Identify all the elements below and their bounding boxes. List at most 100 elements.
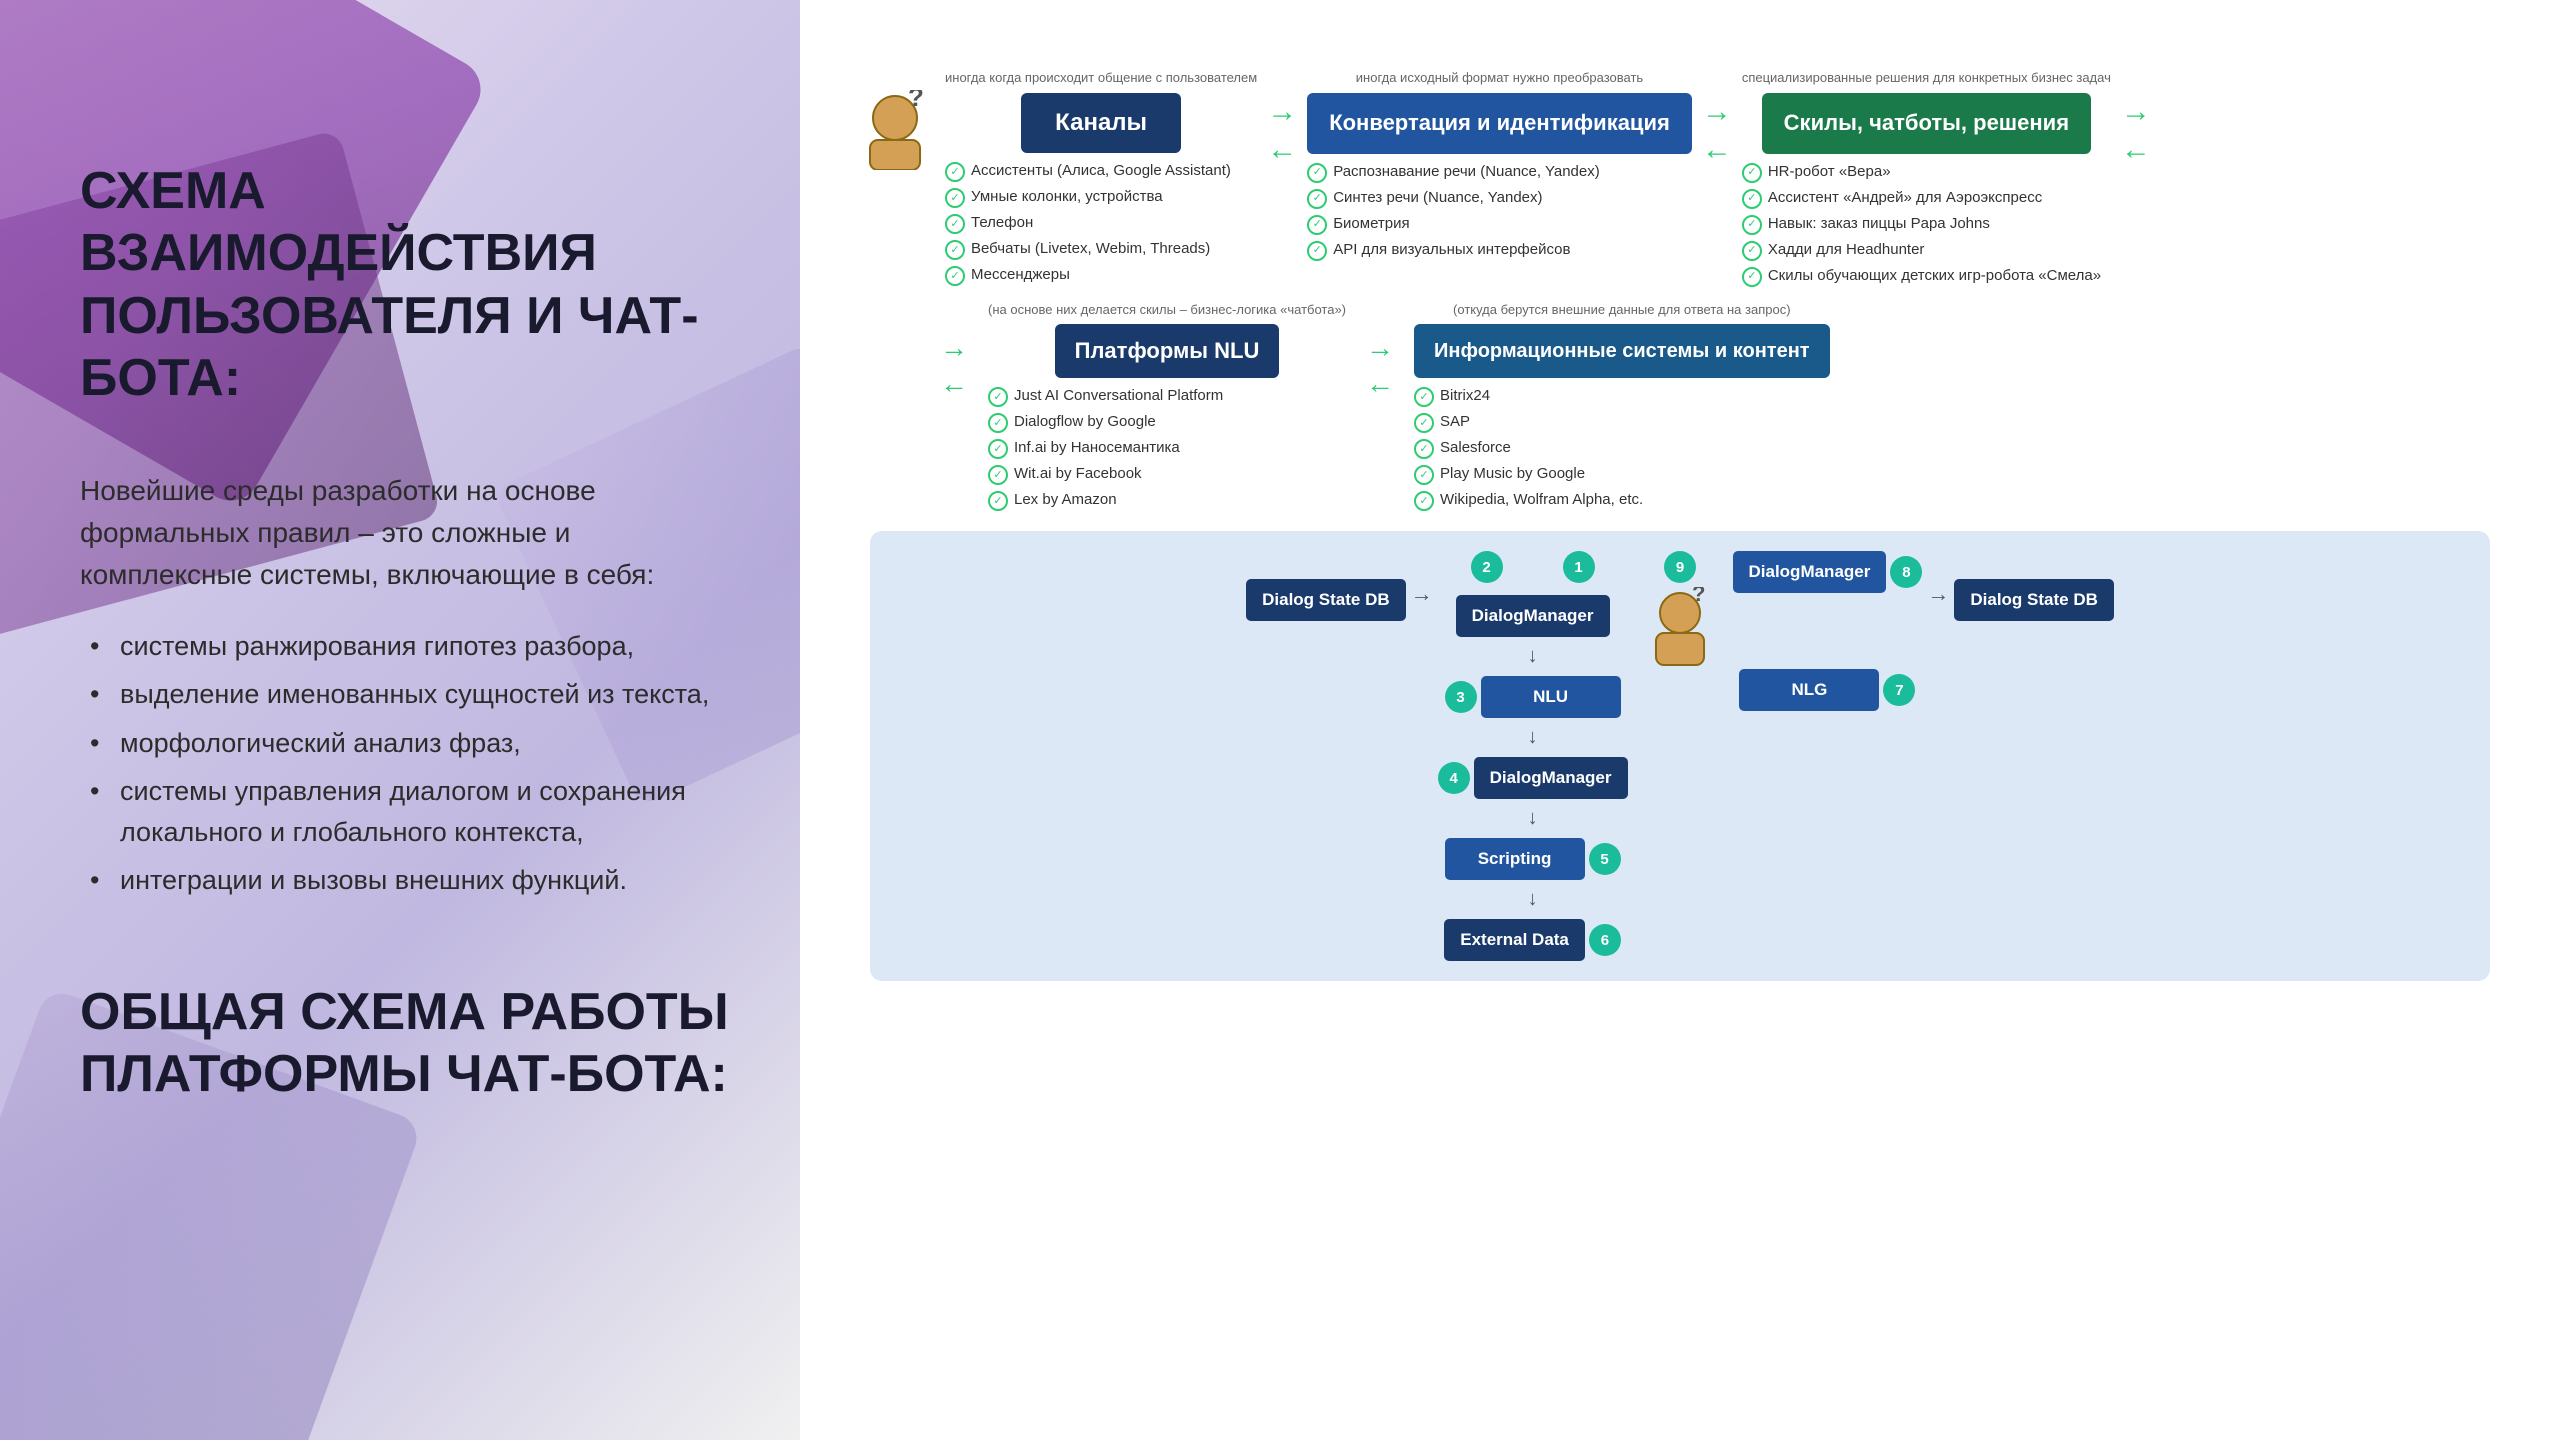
- arrows-2: → ←: [1702, 95, 1732, 167]
- left-content: СХЕМА ВЗАИМОДЕЙСТВИЯ ПОЛЬЗОВАТЕЛЯ И ЧАТ-…: [0, 0, 800, 1165]
- check-item: ✓ Play Music by Google: [1414, 464, 1830, 485]
- scripting-box: Scripting: [1445, 838, 1585, 880]
- check-icon: ✓: [988, 465, 1008, 485]
- mid-note-2: (откуда берутся внешние данные для ответ…: [1453, 302, 1791, 319]
- check-icon: ✓: [1742, 215, 1762, 235]
- conversion-section: иногда исходный формат нужно преобразова…: [1307, 45, 1692, 266]
- check-item: ✓ Salesforce: [1414, 438, 1830, 459]
- bot-right-col: DialogManager 8 NLG 7: [1733, 551, 1923, 711]
- check-icon: ✓: [1742, 241, 1762, 261]
- check-icon: ✓: [1742, 189, 1762, 209]
- check-item: ✓ Bitrix24: [1414, 386, 1830, 407]
- check-icon: ✓: [1742, 267, 1762, 287]
- check-item: ✓ Навык: заказ пиццы Papa Johns: [1742, 214, 2111, 235]
- badge-6: 6: [1589, 924, 1621, 956]
- middle-section: → ← (на основе них делается скилы – бизн…: [940, 302, 2480, 517]
- dialog-manager-2: DialogManager: [1474, 757, 1628, 799]
- check-item: ✓ API для визуальных интерфейсов: [1307, 240, 1692, 261]
- arrows-1: → ←: [1267, 95, 1297, 167]
- badge-4: 4: [1438, 762, 1470, 794]
- check-item: ✓ Ассистент «Андрей» для Аэроэкспресс: [1742, 188, 2111, 209]
- down-arrow-icon: ↓: [1528, 888, 1538, 911]
- secondary-title: ОБЩАЯ СХЕМА РАБОТЫ ПЛАТФОРМЫ ЧАТ-БОТА:: [80, 981, 740, 1106]
- right-arrow-icon: →: [940, 332, 968, 364]
- check-item: ✓ Dialogflow by Google: [988, 412, 1346, 433]
- info-systems-box: Информационные системы и контент: [1414, 324, 1830, 378]
- check-icon: ✓: [988, 439, 1008, 459]
- bot-dm1-col: 2 1 DialogManager ↓ 3 NLU ↓ 4 DialogMana…: [1438, 551, 1628, 961]
- check-item: ✓ Умные колонки, устройства: [945, 187, 1257, 208]
- badge-9: 9: [1664, 551, 1696, 583]
- check-icon: ✓: [1742, 163, 1762, 183]
- mid-note-1: (на основе них делается скилы – бизнес-л…: [988, 302, 1346, 319]
- check-item: ✓ Синтез речи (Nuance, Yandex): [1307, 188, 1692, 209]
- check-item: ✓ Wikipedia, Wolfram Alpha, etc.: [1414, 490, 1830, 511]
- check-icon: ✓: [1414, 491, 1434, 511]
- top-section: ? иногда когда происходит общение с поль…: [860, 45, 2500, 292]
- mid-checklist-1: ✓ Just AI Conversational Platform ✓ Dial…: [988, 386, 1346, 516]
- badge-3: 3: [1445, 681, 1477, 713]
- check-item: ✓ SAP: [1414, 412, 1830, 433]
- check-icon: ✓: [1307, 215, 1327, 235]
- checklist-2: ✓ Распознавание речи (Nuance, Yandex) ✓ …: [1307, 162, 1692, 266]
- dialog-manager-3: DialogManager: [1733, 551, 1887, 593]
- check-icon: ✓: [945, 266, 965, 286]
- main-title: СХЕМА ВЗАИМОДЕЙСТВИЯ ПОЛЬЗОВАТЕЛЯ И ЧАТ-…: [80, 160, 740, 410]
- dialog-state-db-right: Dialog State DB: [1954, 579, 2114, 621]
- check-item: ✓ Wit.ai by Facebook: [988, 464, 1346, 485]
- check-icon: ✓: [1414, 387, 1434, 407]
- bot-arrow-1: →: [1411, 551, 1433, 607]
- external-data-box: External Data: [1444, 919, 1585, 961]
- top-note-1: иногда когда происходит общение с пользо…: [945, 45, 1257, 87]
- check-item: ✓ Мессенджеры: [945, 265, 1257, 286]
- bottom-diagram: Dialog State DB → 2 1 DialogManager: [870, 531, 2490, 981]
- check-icon: ✓: [945, 240, 965, 260]
- check-item: ✓ Телефон: [945, 213, 1257, 234]
- badge-8: 8: [1890, 556, 1922, 588]
- channels-box: Каналы: [1021, 93, 1181, 153]
- bullet-item: системы управления диалогом и сохранения…: [80, 771, 740, 852]
- right-arrow-icon: →: [2121, 95, 2151, 129]
- nlu-box: NLU: [1481, 676, 1621, 718]
- left-arrow-icon: ←: [1702, 133, 1732, 167]
- left-panel: СХЕМА ВЗАИМОДЕЙСТВИЯ ПОЛЬЗОВАТЕЛЯ И ЧАТ-…: [0, 0, 800, 1440]
- bot-right-db: Dialog State DB: [1954, 551, 2114, 621]
- description-text: Новейшие среды разработки на основе форм…: [80, 470, 740, 596]
- center-person: 9 ?: [1648, 551, 1713, 667]
- left-arrow-icon: ←: [940, 368, 968, 400]
- right-arrow-icon: →: [1411, 581, 1433, 607]
- left-arrow-icon: ←: [1267, 133, 1297, 167]
- check-icon: ✓: [988, 491, 1008, 511]
- check-item: ✓ Lex by Amazon: [988, 490, 1346, 511]
- check-icon: ✓: [1414, 413, 1434, 433]
- check-icon: ✓: [945, 162, 965, 182]
- check-item: ✓ Биометрия: [1307, 214, 1692, 235]
- conversion-box: Конвертация и идентификация: [1307, 93, 1692, 154]
- nlg-box: NLG: [1739, 669, 1879, 711]
- check-item: ✓ Just AI Conversational Platform: [988, 386, 1346, 407]
- badge-7: 7: [1883, 674, 1915, 706]
- right-arrow-icon: →: [1267, 95, 1297, 129]
- skills-box: Скилы, чатботы, решения: [1762, 93, 2091, 154]
- badge-5: 5: [1589, 843, 1621, 875]
- right-arrow-icon: →: [1702, 95, 1732, 129]
- checklist-1: ✓ Ассистенты (Алиса, Google Assistant) ✓…: [945, 161, 1257, 291]
- check-icon: ✓: [988, 413, 1008, 433]
- check-item: ✓ HR-робот «Вера»: [1742, 162, 2111, 183]
- check-icon: ✓: [945, 214, 965, 234]
- top-note-2: иногда исходный формат нужно преобразова…: [1356, 45, 1643, 87]
- check-item: ✓ Ассистенты (Алиса, Google Assistant): [945, 161, 1257, 182]
- check-icon: ✓: [1307, 163, 1327, 183]
- svg-text:?: ?: [908, 90, 924, 112]
- check-item: ✓ Inf.ai by Наносемантика: [988, 438, 1346, 459]
- badge-1: 1: [1563, 551, 1595, 583]
- check-icon: ✓: [945, 188, 965, 208]
- check-item: ✓ Распознавание речи (Nuance, Yandex): [1307, 162, 1692, 183]
- bot-arrow-right: →: [1927, 551, 1949, 607]
- left-arrow-icon: ←: [1366, 368, 1394, 400]
- top-note-3: специализированные решения для конкретны…: [1742, 45, 2111, 87]
- dialog-manager-1: DialogManager: [1456, 595, 1610, 637]
- right-arrow-icon: →: [1927, 581, 1949, 607]
- platform-nlu-section: (на основе них делается скилы – бизнес-л…: [988, 302, 1346, 517]
- bullet-item: интеграции и вызовы внешних функций.: [80, 860, 740, 901]
